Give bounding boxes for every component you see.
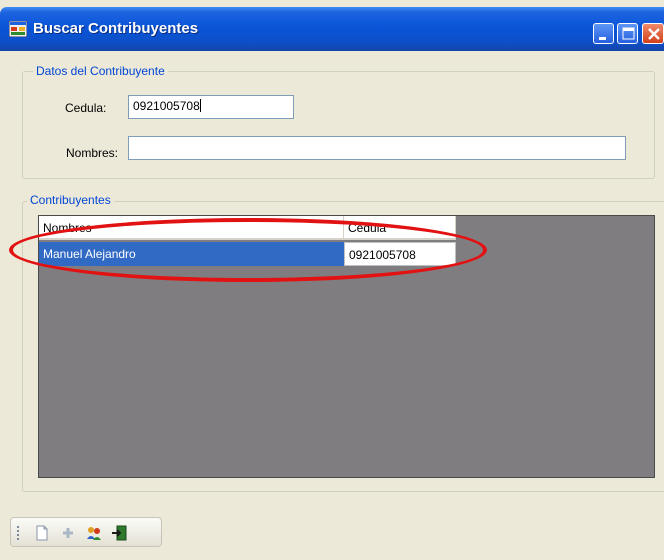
datos-group-title: Datos del Contribuyente [33,64,168,78]
grid-header: Nombres Cedula [39,216,456,240]
toolbar-grip[interactable] [17,526,19,540]
column-header-cedula[interactable]: Cedula [344,216,456,240]
maximize-button[interactable] [617,23,638,44]
main-window: Buscar Contribuyentes Datos del Contribu… [0,0,664,560]
app-window-icon [9,21,27,37]
datos-contribuyente-group: Datos del Contribuyente [22,64,655,179]
exit-icon[interactable] [111,524,129,542]
title-bar[interactable]: Buscar Contribuyentes [0,7,664,51]
nombres-label: Nombres: [66,146,119,160]
contribuyentes-grid[interactable]: Nombres Cedula Manuel Alejandro 09210057… [38,215,655,478]
cell-nombres[interactable]: Manuel Alejandro [39,242,344,266]
new-document-icon[interactable] [33,524,51,542]
nombres-input[interactable] [128,136,626,160]
column-header-nombres[interactable]: Nombres [39,216,344,240]
search-people-icon[interactable] [85,524,103,542]
bottom-toolbar [10,517,162,547]
close-button[interactable] [642,23,664,44]
text-caret [199,99,201,112]
cedula-input-value: 0921005708 [133,99,200,113]
minimize-icon [599,37,606,40]
close-icon [648,28,660,40]
column-header-label: Cedula [348,221,387,235]
add-icon[interactable] [59,524,77,542]
column-header-label: Nombres [43,221,92,235]
cedula-input[interactable]: 0921005708 [128,95,294,119]
window-title: Buscar Contribuyentes [33,20,199,37]
maximize-icon [622,27,635,40]
minimize-button[interactable] [593,23,614,44]
table-row[interactable]: Manuel Alejandro 0921005708 [39,242,456,266]
contribuyentes-group-title: Contribuyentes [27,193,114,207]
cedula-label: Cedula: [65,101,107,115]
cell-cedula[interactable]: 0921005708 [344,242,456,266]
